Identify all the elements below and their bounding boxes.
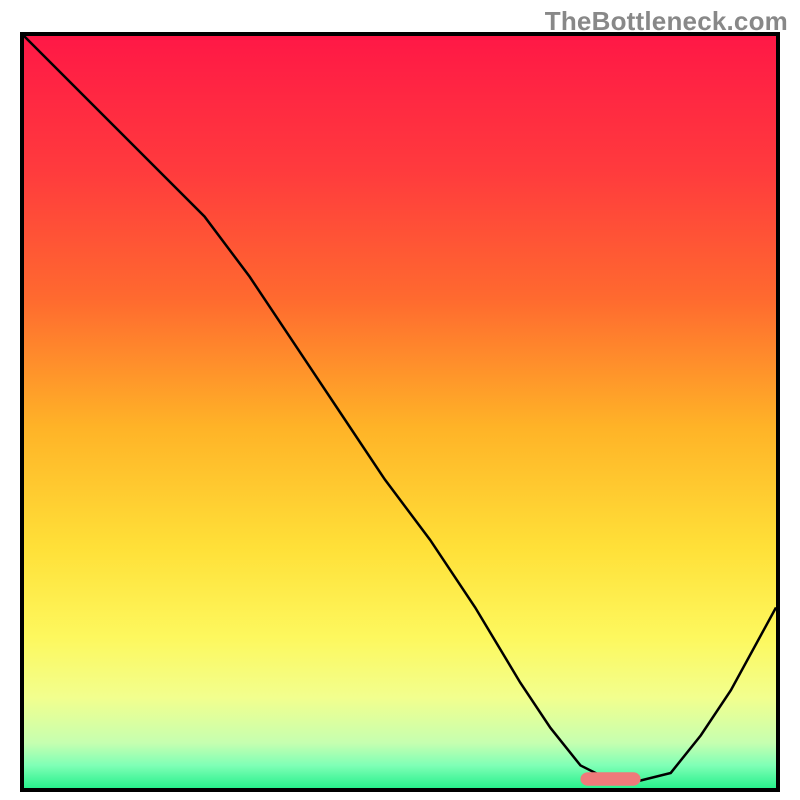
plot-svg xyxy=(24,36,776,788)
optimal-range-marker xyxy=(580,772,640,786)
plot-area xyxy=(20,32,780,792)
chart-frame: TheBottleneck.com xyxy=(0,0,800,800)
